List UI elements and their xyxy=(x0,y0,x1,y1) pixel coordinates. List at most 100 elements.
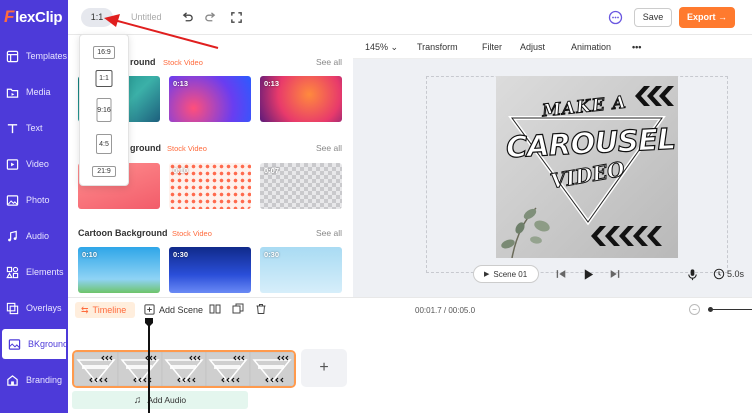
background-thumbnail[interactable]: 0:07 xyxy=(260,163,342,209)
text-icon xyxy=(6,122,19,135)
transform-button[interactable]: Transform xyxy=(417,42,458,52)
see-all-link[interactable]: See all xyxy=(316,228,342,238)
photo-icon xyxy=(6,194,19,207)
timeline-time: 00:01.7 / 00:05.0 xyxy=(415,306,476,315)
next-scene-icon[interactable] xyxy=(608,267,622,281)
sidebar-item-label: Video xyxy=(26,159,49,169)
sidebar-item-video[interactable]: Video xyxy=(0,149,68,179)
timeline-toggle[interactable]: ⇆ Timeline xyxy=(75,302,135,318)
ratio-option-1-1[interactable]: 1:1 xyxy=(95,70,113,87)
add-scene-icon xyxy=(144,304,155,315)
background-thumbnail[interactable]: 0:10 xyxy=(169,163,251,209)
animation-button[interactable]: Animation xyxy=(571,42,611,52)
sidebar-item-media[interactable]: Media xyxy=(0,77,68,107)
project-title[interactable]: Untitled xyxy=(131,12,162,22)
sidebar-item-label: Templates xyxy=(26,51,68,61)
stock-video-tag: Stock Video xyxy=(163,58,203,67)
see-all-link[interactable]: See all xyxy=(316,57,342,67)
editor-toolbar: 145% ⌄ Transform Filter Adjust Animation… xyxy=(353,36,752,59)
media-icon xyxy=(6,86,19,99)
fullscreen-icon[interactable] xyxy=(229,10,243,24)
section-title: Cartoon Background xyxy=(78,228,168,238)
timeline-toolbar: ⇆ Timeline Add Scene 00:01.7 / 00:05.0 − xyxy=(68,297,752,321)
sidebar-item-label: BKground xyxy=(28,339,69,349)
playhead[interactable] xyxy=(148,318,150,413)
video-icon xyxy=(6,158,19,171)
sidebar-item-label: Photo xyxy=(26,195,50,205)
templates-icon xyxy=(6,50,19,63)
zoom-slider-handle[interactable] xyxy=(708,307,713,312)
sidebar-item-elements[interactable]: Elements xyxy=(0,257,68,287)
add-audio-button[interactable]: ♫ Add Audio xyxy=(72,391,248,409)
elements-icon xyxy=(6,266,19,279)
section-title: ground xyxy=(130,143,161,153)
background-thumbnail[interactable]: 0:30 xyxy=(169,247,251,293)
section-title: round xyxy=(130,57,156,67)
ratio-option-21-9[interactable]: 21:9 xyxy=(92,166,116,177)
timeline-area: + ♫ Add Audio xyxy=(68,321,752,413)
adjust-button[interactable]: Adjust xyxy=(520,42,545,52)
sidebar-item-label: Elements xyxy=(26,267,64,277)
delete-icon[interactable] xyxy=(255,303,267,315)
scene-clip[interactable] xyxy=(72,350,296,388)
zoom-level-dropdown[interactable]: 145% ⌄ xyxy=(365,42,398,53)
sidebar-item-label: Text xyxy=(26,123,43,133)
playhead-handle[interactable] xyxy=(144,318,154,328)
sidebar-item-photo[interactable]: Photo xyxy=(0,185,68,215)
background-thumbnail[interactable]: 0:13 xyxy=(260,76,342,122)
background-thumbnail[interactable]: 0:10 xyxy=(78,247,160,293)
sidebar-item-bkground[interactable]: BKground xyxy=(2,329,69,359)
ratio-option-9-16[interactable]: 9:16 xyxy=(96,98,112,122)
duplicate-icon[interactable] xyxy=(232,303,244,315)
sidebar-item-text[interactable]: Text xyxy=(0,113,68,143)
sidebar-item-label: Audio xyxy=(26,231,50,241)
video-preview[interactable]: MAKE A CAROUSEL VIDEO xyxy=(496,76,678,258)
sidebar-item-audio[interactable]: Audio xyxy=(0,221,68,251)
sidebar-item-label: Media xyxy=(26,87,51,97)
background-thumbnail[interactable]: 0:30 xyxy=(260,247,342,293)
ratio-option-16-9[interactable]: 16:9 xyxy=(93,46,115,59)
topbar: 1:1 Untitled Save Export → xyxy=(68,0,752,35)
ratio-option-4-5[interactable]: 4:5 xyxy=(96,134,112,154)
aspect-ratio-menu: 16:9 1:1 9:16 4:5 21:9 xyxy=(79,34,129,186)
filter-button[interactable]: Filter xyxy=(482,42,502,52)
background-icon xyxy=(8,338,21,351)
previous-scene-icon[interactable] xyxy=(554,267,568,281)
zoom-out-icon[interactable]: − xyxy=(689,304,700,315)
scene-selector[interactable]: ▶ Scene 01 xyxy=(473,265,539,283)
zoom-slider[interactable] xyxy=(708,309,752,310)
preview-stage: MAKE A CAROUSEL VIDEO ▶ Scene 01 5.0s xyxy=(353,59,752,297)
undo-icon[interactable] xyxy=(180,10,194,24)
sidebar-item-label: Overlays xyxy=(26,303,62,313)
overlays-icon xyxy=(6,302,19,315)
stock-video-tag: Stock Video xyxy=(172,229,212,238)
timeline-icon: ⇆ xyxy=(81,304,89,315)
chevron-down-icon: ⌄ xyxy=(390,42,399,52)
play-icon[interactable] xyxy=(581,267,595,281)
background-thumbnail[interactable]: 0:13 xyxy=(169,76,251,122)
scene-duration[interactable]: 5.0s xyxy=(727,269,744,279)
sidebar-item-templates[interactable]: Templates xyxy=(0,41,68,71)
more-options-icon[interactable]: ••• xyxy=(632,42,641,52)
play-small-icon: ▶ xyxy=(484,271,490,278)
aspect-ratio-button[interactable]: 1:1 xyxy=(81,8,113,27)
audio-icon xyxy=(6,230,19,243)
chat-icon[interactable] xyxy=(608,10,623,25)
sidebar-item-overlays[interactable]: Overlays xyxy=(0,293,68,323)
flexclip-logo[interactable]: FlexClip xyxy=(4,6,62,28)
sidebar: FlexClip Templates Media Text Video Phot… xyxy=(0,0,68,413)
add-scene-button[interactable]: Add Scene xyxy=(144,304,203,315)
save-button[interactable]: Save xyxy=(634,8,672,27)
redo-icon[interactable] xyxy=(203,10,217,24)
export-button[interactable]: Export → xyxy=(679,7,735,28)
split-icon[interactable] xyxy=(209,303,221,315)
microphone-icon[interactable] xyxy=(685,267,699,281)
branding-icon xyxy=(6,374,19,387)
music-note-icon: ♫ xyxy=(133,394,142,406)
clock-icon xyxy=(712,267,726,281)
sidebar-item-label: Branding xyxy=(26,375,63,385)
add-clip-button[interactable]: + xyxy=(301,349,347,387)
stock-video-tag: Stock Video xyxy=(167,144,207,153)
see-all-link[interactable]: See all xyxy=(316,143,342,153)
sidebar-item-branding[interactable]: Branding xyxy=(0,365,68,395)
